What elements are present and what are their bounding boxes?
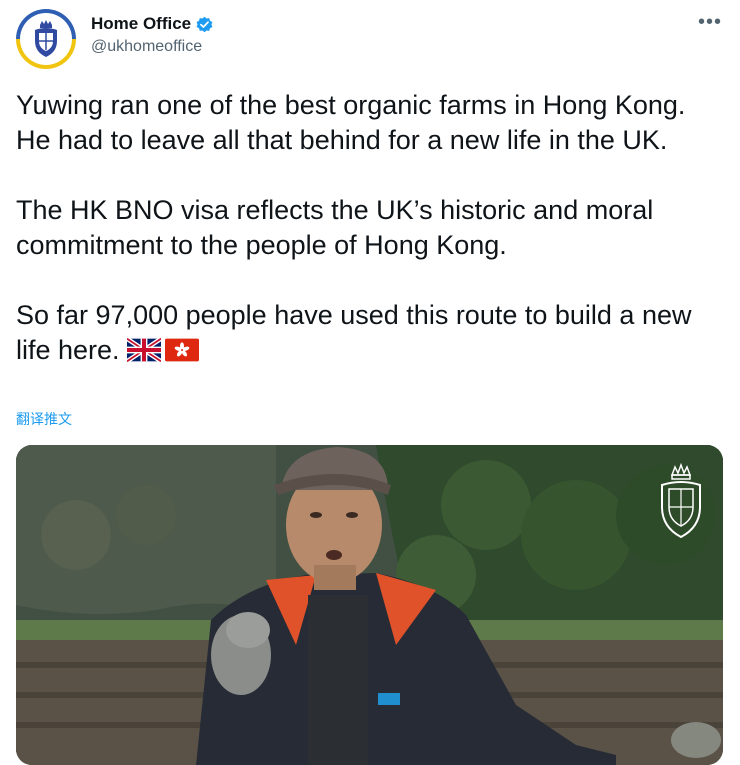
avatar[interactable] (16, 9, 76, 69)
royal-crest-icon (35, 20, 57, 57)
account-handle[interactable]: @ukhomeoffice (91, 38, 214, 56)
tweet-body: Yuwing ran one of the best organic farms… (16, 90, 692, 365)
tweet-video[interactable] (16, 445, 723, 765)
video-frame (16, 445, 723, 765)
translate-tweet-link[interactable]: 翻译推文 (16, 409, 72, 429)
more-options-icon[interactable]: ••• (698, 12, 722, 32)
flag-emojis (127, 338, 200, 362)
name-row: Home Office (91, 14, 214, 34)
hong-kong-flag-icon (165, 338, 200, 362)
verified-badge-icon (196, 16, 213, 32)
avatar-inner (20, 13, 72, 65)
uk-flag-icon (127, 338, 162, 362)
account-name[interactable]: Home Office (91, 14, 191, 34)
tweet-text: Yuwing ran one of the best organic farms… (16, 88, 726, 368)
royal-crest-icon (661, 463, 701, 539)
tweet-header: Home Office @ukhomeoffice (91, 14, 214, 56)
